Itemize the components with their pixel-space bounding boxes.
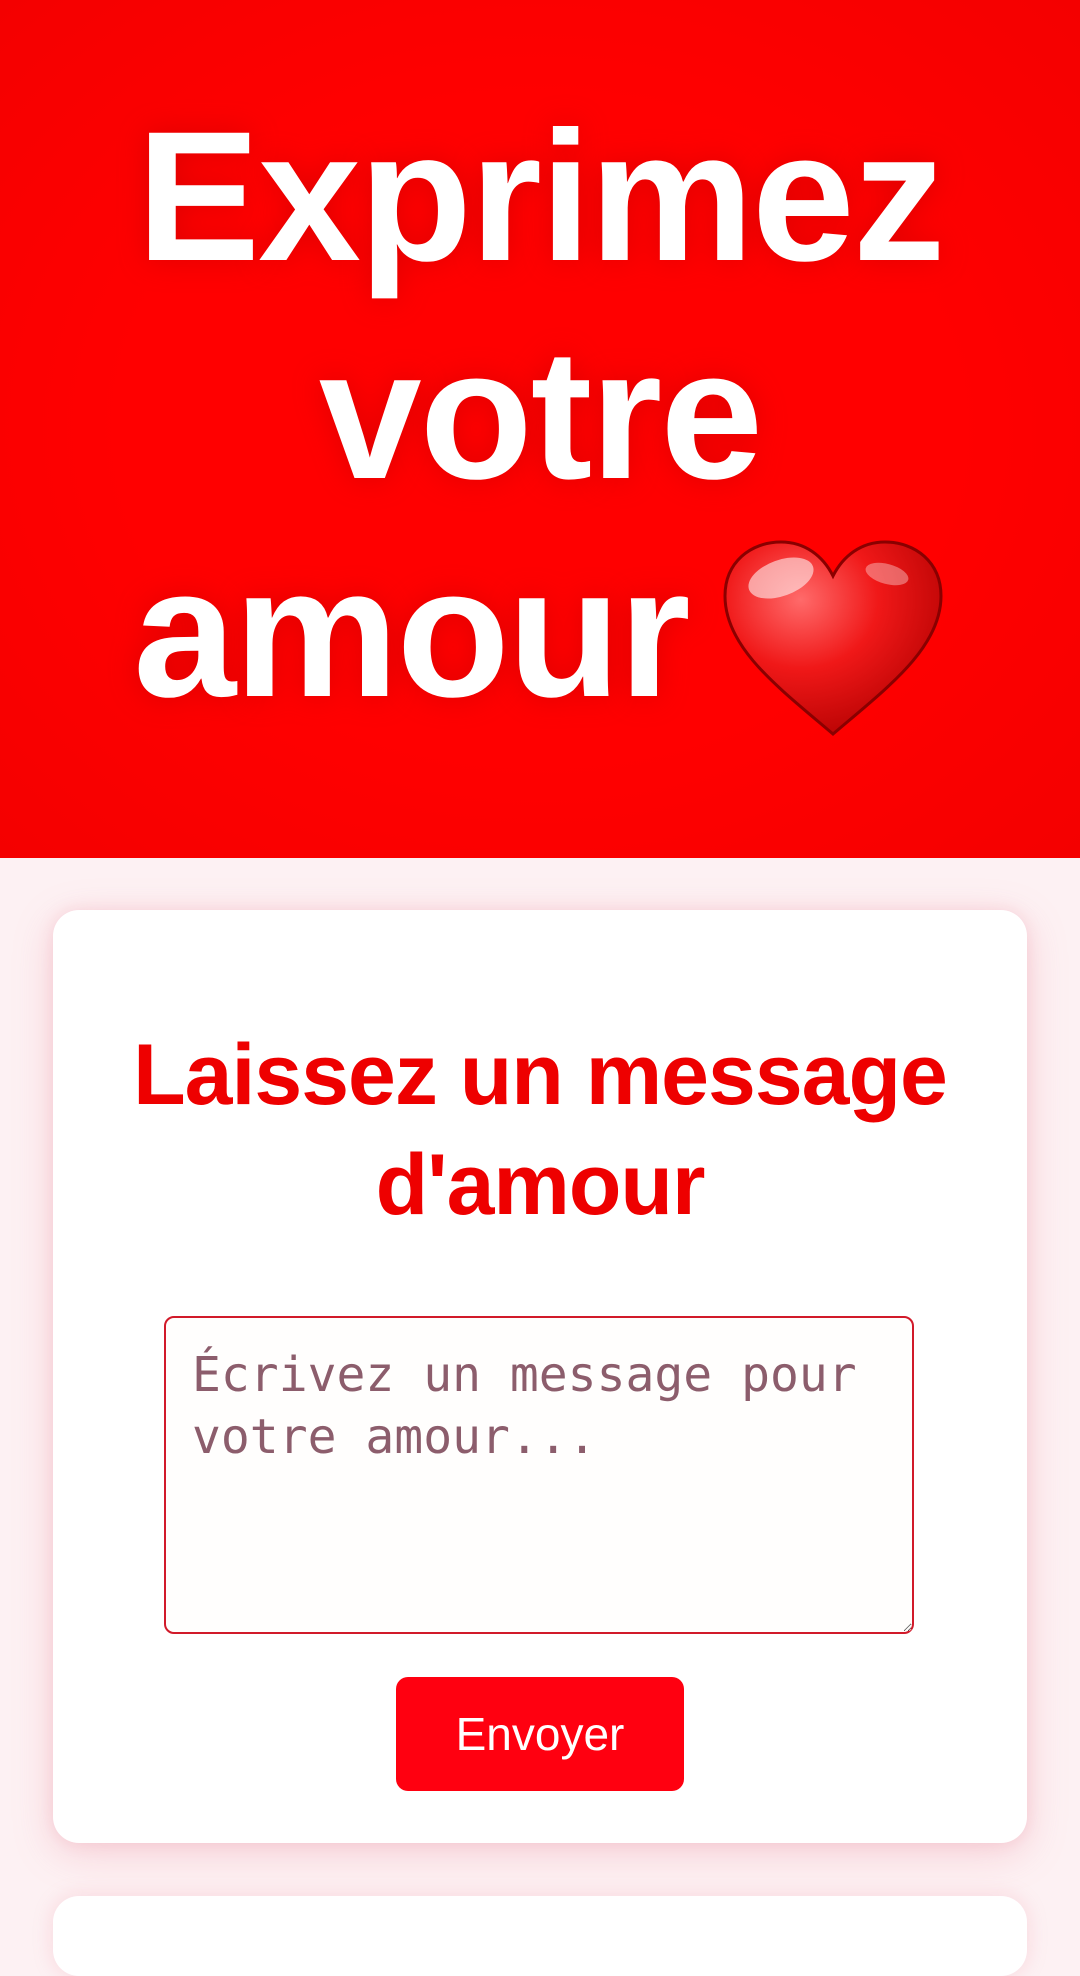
hero-title-line-1: Exprimez xyxy=(136,94,946,300)
message-card-title: Laissez un message d'amour xyxy=(133,1027,948,1233)
hero-banner: Exprimez votre amour xyxy=(0,0,1080,858)
message-card: Laissez un message d'amour Envoyer xyxy=(53,910,1027,1843)
hero-title-line-2: votre xyxy=(318,312,763,518)
send-button[interactable]: Envoyer xyxy=(396,1677,684,1791)
heart-icon xyxy=(723,540,943,736)
hero-title-line-3: amour xyxy=(133,530,690,736)
next-card xyxy=(53,1896,1027,1976)
message-textarea[interactable] xyxy=(164,1316,914,1634)
hero-title: Exprimez votre amour xyxy=(40,88,1040,742)
